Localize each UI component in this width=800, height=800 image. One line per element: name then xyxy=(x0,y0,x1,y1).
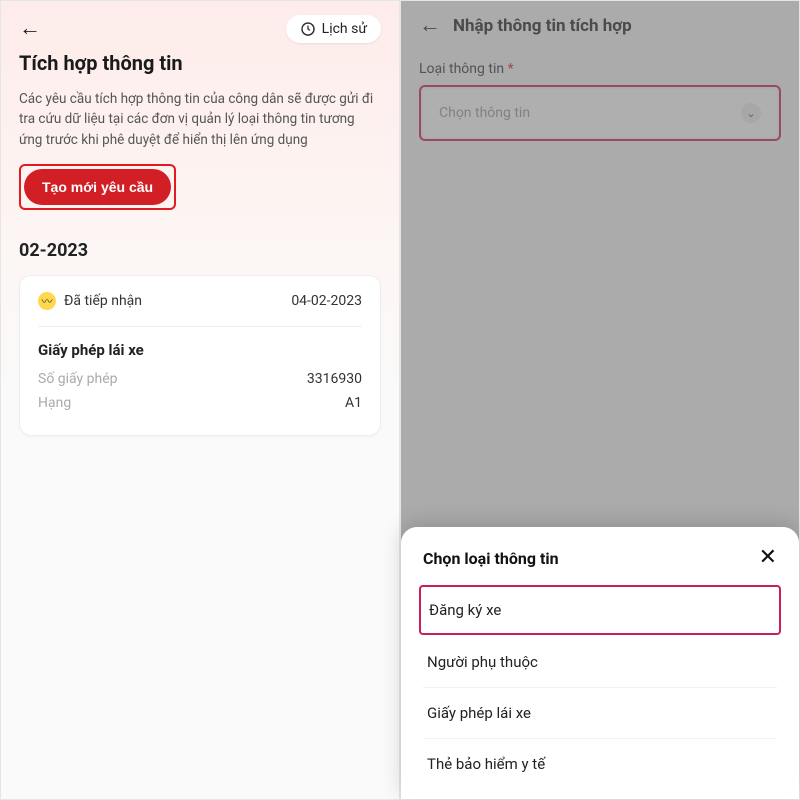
status-icon: 〰 xyxy=(38,292,56,310)
back-icon[interactable]: ← xyxy=(19,18,41,40)
row-label: Hạng xyxy=(38,395,71,411)
history-icon xyxy=(300,21,316,37)
card-divider xyxy=(38,326,362,327)
row-value: A1 xyxy=(345,395,362,411)
create-request-button[interactable]: Tạo mới yêu cầu xyxy=(24,169,171,205)
history-button[interactable]: Lịch sử xyxy=(286,15,381,43)
status: 〰 Đã tiếp nhận xyxy=(38,292,142,310)
cta-highlight-box: Tạo mới yêu cầu xyxy=(19,164,176,210)
month-heading: 02-2023 xyxy=(19,240,381,261)
option-health-insurance[interactable]: Thẻ bảo hiểm y tế xyxy=(423,739,777,789)
row-label: Số giấy phép xyxy=(38,371,118,387)
page-description: Các yêu cầu tích hợp thông tin của công … xyxy=(19,89,381,150)
card-date: 04-02-2023 xyxy=(291,293,362,309)
option-driver-license[interactable]: Giấy phép lái xe xyxy=(423,688,777,739)
header: ← Lịch sử xyxy=(19,15,381,43)
option-vehicle-registration[interactable]: Đăng ký xe xyxy=(419,585,781,635)
card-header: 〰 Đã tiếp nhận 04-02-2023 xyxy=(38,292,362,310)
close-icon[interactable]: ✕ xyxy=(759,547,777,569)
screen-enter-integration: ← Nhập thông tin tích hợp Loại thông tin… xyxy=(400,0,800,800)
history-label: Lịch sử xyxy=(322,21,367,37)
row-value: 3316930 xyxy=(307,371,362,387)
request-card[interactable]: 〰 Đã tiếp nhận 04-02-2023 Giấy phép lái … xyxy=(19,275,381,436)
status-text: Đã tiếp nhận xyxy=(64,293,142,309)
option-dependent[interactable]: Người phụ thuộc xyxy=(423,637,777,688)
bottom-sheet: Chọn loại thông tin ✕ Đăng ký xe Người p… xyxy=(401,527,799,799)
sheet-title: Chọn loại thông tin xyxy=(423,549,559,568)
page-title: Tích hợp thông tin xyxy=(19,51,381,75)
screen-integration-list: ← Lịch sử Tích hợp thông tin Các yêu cầu… xyxy=(0,0,400,800)
card-row-license-number: Số giấy phép 3316930 xyxy=(38,371,362,387)
sheet-header: Chọn loại thông tin ✕ xyxy=(423,547,777,569)
card-row-class: Hạng A1 xyxy=(38,395,362,411)
card-title: Giấy phép lái xe xyxy=(38,341,362,359)
